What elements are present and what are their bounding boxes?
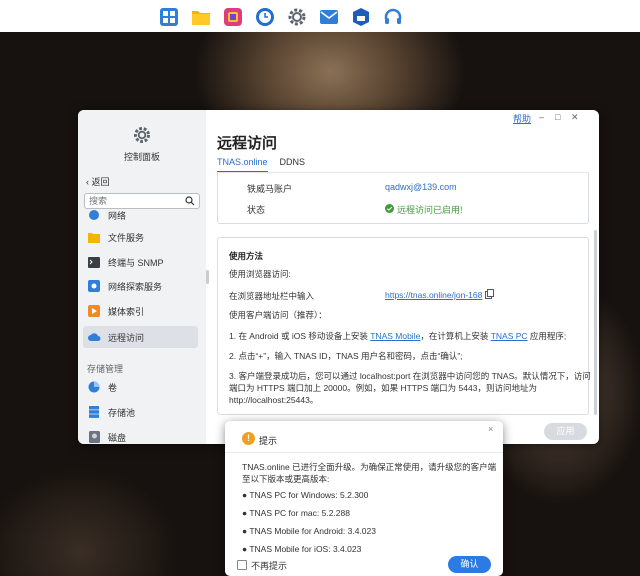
terminal-icon [87,255,101,269]
sidebar-item-label: 磁盘 [108,432,127,443]
sidebar-item-file-services[interactable]: 文件服务 [83,226,198,248]
search-field[interactable] [84,193,200,209]
warning-icon: ! [242,432,255,445]
sidebar-nav: 网络 文件服务 终端与 SNMP 网络探索服务 媒体索引 远程访问 存储管理 卷… [78,210,206,444]
sidebar-item-label: 存储池 [108,407,136,418]
sidebar-item-network[interactable]: 网络 [83,210,198,226]
tab-ddns[interactable]: DDNS [280,157,306,173]
desktop: 控制面板 ‹ 返回 网络 文件服务 终端与 SNMP [0,0,640,576]
usage-card: 使用方法 使用浏览器访问: 在浏览器地址栏中输入 https://tnas.on… [217,237,591,415]
version-item: ● TNAS PC for Windows: 5.2.300 [242,490,369,500]
search-input[interactable] [85,194,184,208]
dialog-intro-line-1: TNAS.online 已进行全面升级。为确保正常使用，请升级您的客户端 [242,462,497,472]
tab-tnas-online[interactable]: TNAS.online [217,157,268,173]
step-1-text: 应用程序; [527,331,567,341]
page-title: 远程访问 [217,135,278,152]
sidebar-scrollbar[interactable] [206,270,209,284]
back-label: 返回 [91,177,110,187]
step-1: 1. 在 Android 或 iOS 移动设备上安装 TNAS Mobile，在… [229,330,566,342]
back-link[interactable]: ‹ 返回 [86,175,110,188]
maximize-button[interactable]: □ [555,112,560,122]
account-value: qadwxj@139.com [385,182,457,192]
sidebar-item-label: 网络 [108,210,127,221]
dont-show-checkbox[interactable] [237,560,247,570]
disk-icon [87,430,101,444]
browser-access-title: 使用浏览器访问: [229,269,291,279]
sidebar-item-label: 卷 [108,382,118,393]
status-badge: 远程访问已启用! [385,203,463,216]
tab-bar: TNAS.online DDNS [217,157,305,173]
headset-icon[interactable] [382,6,404,28]
gear-icon[interactable] [286,6,308,28]
confirm-button[interactable]: 确认 [448,556,491,573]
sidebar-item-label: 媒体索引 [108,306,145,317]
version-item: ● TNAS Mobile for Android: 3.4.023 [242,526,376,536]
sidebar-item-media-index[interactable]: 媒体索引 [83,300,198,322]
sidebar-item-volume[interactable]: 卷 [83,376,198,398]
folder-icon[interactable] [190,6,212,28]
step-3-line-1: 3. 客户端登录成功后，您可以通过 localhost:port 在浏览器中访问… [229,371,591,381]
sidebar-item-label: 文件服务 [108,232,145,243]
control-panel-title: 控制面板 [123,152,160,162]
status-text: 远程访问已启用! [397,205,463,215]
media-icon [87,304,101,318]
network-icon [87,210,101,222]
minimize-button[interactable]: – [539,112,544,122]
dialog-title: 提示 [259,436,278,446]
sidebar-item-disk[interactable]: 磁盘 [83,426,198,444]
backup-clock-icon[interactable] [254,6,276,28]
client-access-title: 使用客户端访问（推荐）： [229,310,327,320]
top-dock-bar [0,0,640,32]
tnas-mobile-link[interactable]: TNAS Mobile [370,331,420,341]
sidebar: 控制面板 ‹ 返回 网络 文件服务 终端与 SNMP [78,110,206,444]
folder-icon [87,230,101,244]
version-item: ● TNAS Mobile for iOS: 3.4.023 [242,544,362,554]
sidebar-item-network-discovery[interactable]: 网络探索服务 [83,275,198,297]
status-label: 状态 [247,205,266,215]
control-panel-window: 控制面板 ‹ 返回 网络 文件服务 终端与 SNMP [78,110,599,444]
sidebar-item-terminal-snmp[interactable]: 终端与 SNMP [83,251,198,273]
mail-icon[interactable] [318,6,340,28]
sidebar-item-label: 远程访问 [108,332,145,343]
app-switcher-icon[interactable] [158,6,180,28]
notice-dialog: × ! 提示 TNAS.online 已进行全面升级。为确保正常使用，请升级您的… [225,421,503,576]
sidebar-item-label: 网络探索服务 [108,281,163,292]
account-card: 铁威马账户 qadwxj@139.com 状态 远程访问已启用! [217,173,589,224]
tnas-pc-link[interactable]: TNAS PC [491,331,528,341]
check-circle-icon [385,204,394,215]
storage-pool-icon [87,405,101,419]
search-icon[interactable] [185,196,195,208]
step-2: 2. 点击“+”，输入 TNAS ID，TNAS 用户名和密码，点击“确认”; [229,351,463,361]
gear-icon [133,126,151,144]
step-3-line-2: 端口为 HTTPS 端口加上 20000。例如，如果 HTTPS 端口为 544… [229,383,537,393]
main-scrollbar[interactable] [594,230,597,415]
step-1-text: 1. 在 Android 或 iOS 移动设备上安装 [229,331,371,341]
copy-icon[interactable] [485,289,494,301]
browser-access-line: 在浏览器地址栏中输入 [229,291,315,301]
dialog-divider [225,452,503,453]
close-button[interactable]: ✕ [571,112,579,123]
sidebar-item-storage-pool[interactable]: 存储池 [83,401,198,423]
store-icon[interactable] [350,6,372,28]
version-item: ● TNAS PC for mac: 5.2.288 [242,508,350,518]
cloud-icon [87,330,101,344]
tnas-online-url[interactable]: https://tnas.online/jon-168 [385,290,482,300]
apply-button[interactable]: 应用 [544,423,587,440]
dialog-intro-line-2: 至以下版本或更高版本: [242,474,330,484]
dialog-close-button[interactable]: × [488,424,493,434]
pie-icon [87,380,101,394]
dock [158,6,404,28]
discovery-icon [87,279,101,293]
sidebar-item-label: 终端与 SNMP [108,257,164,268]
usage-heading: 使用方法 [229,251,264,261]
step-3-line-3: http://localhost:25443。 [229,395,319,405]
sidebar-item-remote-access[interactable]: 远程访问 [83,326,198,348]
section-storage: 存储管理 [87,364,124,374]
dont-show-label: 不再提示 [251,561,288,571]
help-link[interactable]: 帮助 [513,112,531,125]
step-1-text: ，在计算机上安装 [420,331,491,341]
photo-app-icon[interactable] [222,6,244,28]
account-label: 铁威马账户 [247,184,293,194]
